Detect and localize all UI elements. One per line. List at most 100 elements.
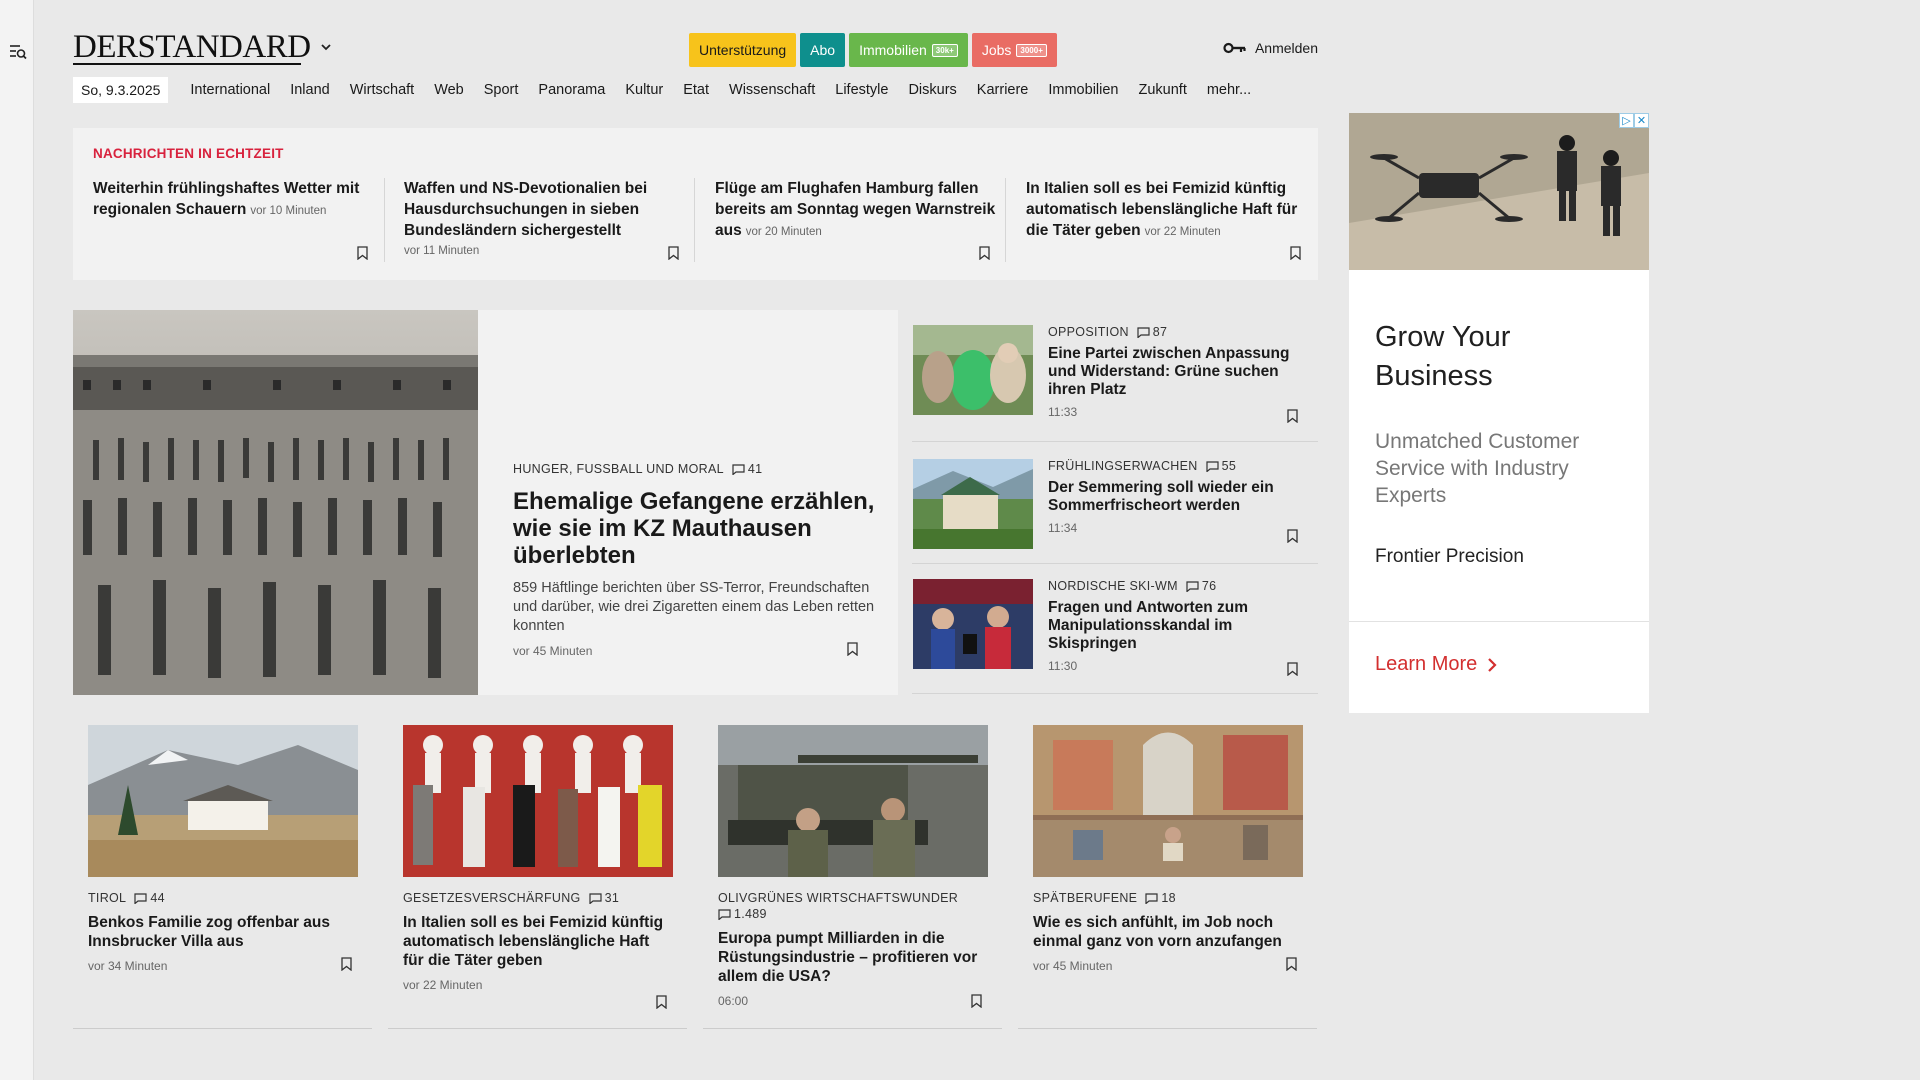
nav-item-wissenschaft[interactable]: Wissenschaft — [719, 82, 825, 98]
grid-comments-count: 31 — [604, 891, 620, 905]
bookmark-icon[interactable] — [357, 246, 368, 260]
side-story[interactable]: NORDISCHE SKI-WM 76 Fragen und Antworten… — [912, 564, 1318, 694]
bookmark-icon[interactable] — [1287, 662, 1298, 676]
grid-story[interactable]: OLIVGRÜNES WIRTSCHAFTSWUNDER 1.489 Europ… — [703, 725, 1002, 1029]
side-story[interactable]: FRÜHLINGSERWACHEN 55 Der Semmering soll … — [912, 442, 1318, 564]
side-time: 11:33 — [1048, 405, 1078, 419]
nav-item-wirtschaft[interactable]: Wirtschaft — [340, 82, 424, 98]
grid-story[interactable]: GESETZESVERSCHÄRFUNG 31 In Italien soll … — [388, 725, 687, 1029]
bookmark-icon[interactable] — [668, 246, 679, 260]
grid-comments-count: 18 — [1161, 891, 1176, 905]
bookmark-icon[interactable] — [341, 957, 352, 971]
nav-item-international[interactable]: International — [180, 82, 280, 98]
bookmark-icon[interactable] — [979, 246, 990, 260]
side-time: 11:30 — [1048, 659, 1078, 673]
nav-item-diskurs[interactable]: Diskurs — [898, 82, 966, 98]
ad-info-icon[interactable]: ▷ — [1619, 113, 1634, 128]
nav-item-etat[interactable]: Etat — [673, 82, 719, 98]
lead-comments[interactable]: 41 — [732, 462, 763, 476]
immobilien-label: Immobilien — [859, 42, 927, 58]
comment-icon — [1205, 460, 1219, 472]
nav-item-inland[interactable]: Inland — [280, 82, 340, 98]
nav-item-more[interactable]: mehr... — [1197, 82, 1261, 98]
current-date: So, 9.3.2025 — [73, 77, 169, 103]
side-story-image — [913, 325, 1033, 415]
nav-item-sport[interactable]: Sport — [474, 82, 529, 98]
grid-kicker-row: TIROL 44 — [88, 891, 358, 905]
grid-kicker: OLIVGRÜNES WIRTSCHAFTSWUNDER — [718, 891, 959, 905]
side-title[interactable]: Eine Partei zwischen Anpassung und Wider… — [1048, 345, 1303, 399]
side-comments[interactable]: 55 — [1205, 459, 1237, 473]
login-button[interactable]: Anmelden — [1223, 40, 1318, 56]
comment-icon — [1186, 580, 1199, 592]
grid-story-image — [403, 725, 673, 877]
lead-kicker: HUNGER, FUSSBALL UND MORAL — [513, 462, 724, 476]
live-news-item[interactable]: Waffen und NS-Devotionalien bei Hausdurc… — [404, 178, 694, 266]
side-kicker: FRÜHLINGSERWACHEN — [1048, 459, 1198, 473]
abo-label: Abo — [810, 42, 836, 58]
nav-item-lifestyle[interactable]: Lifestyle — [825, 82, 898, 98]
nav-item-panorama[interactable]: Panorama — [528, 82, 615, 98]
grid-story[interactable]: SPÄTBERUFENE 18 Wie es sich anfühlt, im … — [1018, 725, 1317, 1029]
story-grid: TIROL 44 Benkos Familie zog offenbar aus… — [73, 725, 1318, 1030]
grid-comments-count: 44 — [150, 891, 165, 905]
bookmark-icon[interactable] — [1286, 957, 1297, 971]
bookmark-icon[interactable] — [1287, 409, 1298, 423]
grid-story-image — [88, 725, 358, 877]
nav-item-kultur[interactable]: Kultur — [615, 82, 673, 98]
side-comments[interactable]: 76 — [1186, 579, 1217, 593]
bookmark-icon[interactable] — [971, 994, 982, 1008]
grid-comments[interactable]: 44 — [134, 891, 165, 905]
abo-button[interactable]: Abo — [800, 33, 846, 67]
side-comments-count: 76 — [1201, 579, 1217, 593]
close-icon[interactable]: ✕ — [1634, 113, 1649, 128]
side-kicker: NORDISCHE SKI-WM — [1048, 579, 1178, 593]
jobs-button[interactable]: Jobs 3000+ — [971, 33, 1057, 67]
bookmark-icon[interactable] — [1290, 246, 1301, 260]
side-comments-count: 87 — [1152, 325, 1168, 339]
bookmark-icon[interactable] — [847, 642, 858, 656]
nav-item-zukunft[interactable]: Zukunft — [1128, 82, 1196, 98]
lead-title[interactable]: Ehemalige Gefangene erzählen, wie sie im… — [513, 488, 878, 569]
nav-item-immobilien[interactable]: Immobilien — [1038, 82, 1128, 98]
live-news-item[interactable]: Flüge am Flughafen Hamburg fallen bereit… — [715, 178, 1005, 266]
live-news-label: NACHRICHTEN IN ECHTZEIT — [93, 146, 284, 161]
nav-item-web[interactable]: Web — [424, 82, 474, 98]
ad-headline: Grow Your Business — [1375, 321, 1511, 392]
grid-comments[interactable]: 1.489 — [718, 907, 767, 921]
menu-search-icon[interactable] — [9, 44, 27, 60]
chevron-down-icon[interactable] — [319, 40, 333, 54]
grid-comments[interactable]: 18 — [1145, 891, 1176, 905]
grid-comments[interactable]: 31 — [588, 891, 620, 905]
grid-title[interactable]: In Italien soll es bei Femizid künftig a… — [403, 913, 673, 970]
live-news-title-wrap: Flüge am Flughafen Hamburg fallen bereit… — [715, 178, 1005, 243]
nav-item-karriere[interactable]: Karriere — [967, 82, 1039, 98]
support-button[interactable]: Unterstützung — [689, 33, 797, 67]
ad-choices[interactable]: ▷ ✕ — [1619, 113, 1649, 128]
immobilien-button[interactable]: Immobilien 30k+ — [849, 33, 968, 67]
side-comments[interactable]: 87 — [1137, 325, 1168, 339]
grid-story[interactable]: TIROL 44 Benkos Familie zog offenbar aus… — [73, 725, 372, 1029]
bookmark-icon[interactable] — [656, 995, 667, 1009]
live-news-item[interactable]: Weiterhin frühlingshaftes Wetter mit reg… — [93, 178, 383, 266]
live-news-item[interactable]: In Italien soll es bei Femizid künftig a… — [1026, 178, 1316, 266]
grid-time: vor 34 Minuten — [88, 959, 168, 973]
ad-cta-label: Learn More — [1375, 653, 1478, 675]
grid-title[interactable]: Wie es sich anfühlt, im Job noch einmal … — [1033, 913, 1303, 951]
grid-title[interactable]: Benkos Familie zog offenbar aus Innsbruc… — [88, 913, 358, 951]
main-nav: So, 9.3.2025 International Inland Wirtsc… — [73, 77, 1261, 103]
advertisement[interactable]: ▷ ✕ Grow Your Business Unmatched Custome… — [1349, 113, 1649, 713]
ad-cta-button[interactable]: Learn More — [1375, 653, 1497, 676]
grid-title[interactable]: Europa pumpt Milliarden in die Rüstungsi… — [718, 929, 988, 986]
bookmark-icon[interactable] — [1287, 529, 1298, 543]
side-title[interactable]: Fragen und Antworten zum Manipulationssk… — [1048, 599, 1303, 653]
grid-time: vor 22 Minuten — [403, 978, 483, 992]
comment-icon — [732, 463, 745, 475]
site-logo[interactable]: DERSTANDARD — [73, 30, 311, 64]
side-story-text: NORDISCHE SKI-WM 76 Fragen und Antworten… — [1048, 579, 1303, 673]
live-news-time: vor 20 Minuten — [745, 226, 822, 238]
side-story[interactable]: OPPOSITION 87 Eine Partei zwischen Anpas… — [912, 310, 1318, 442]
lead-story[interactable]: HUNGER, FUSSBALL UND MORAL 41 Ehemalige … — [73, 310, 898, 695]
side-title[interactable]: Der Semmering soll wieder ein Sommerfris… — [1048, 479, 1303, 515]
top-buttons: Unterstützung Abo Immobilien 30k+ Jobs 300… — [689, 33, 1057, 67]
